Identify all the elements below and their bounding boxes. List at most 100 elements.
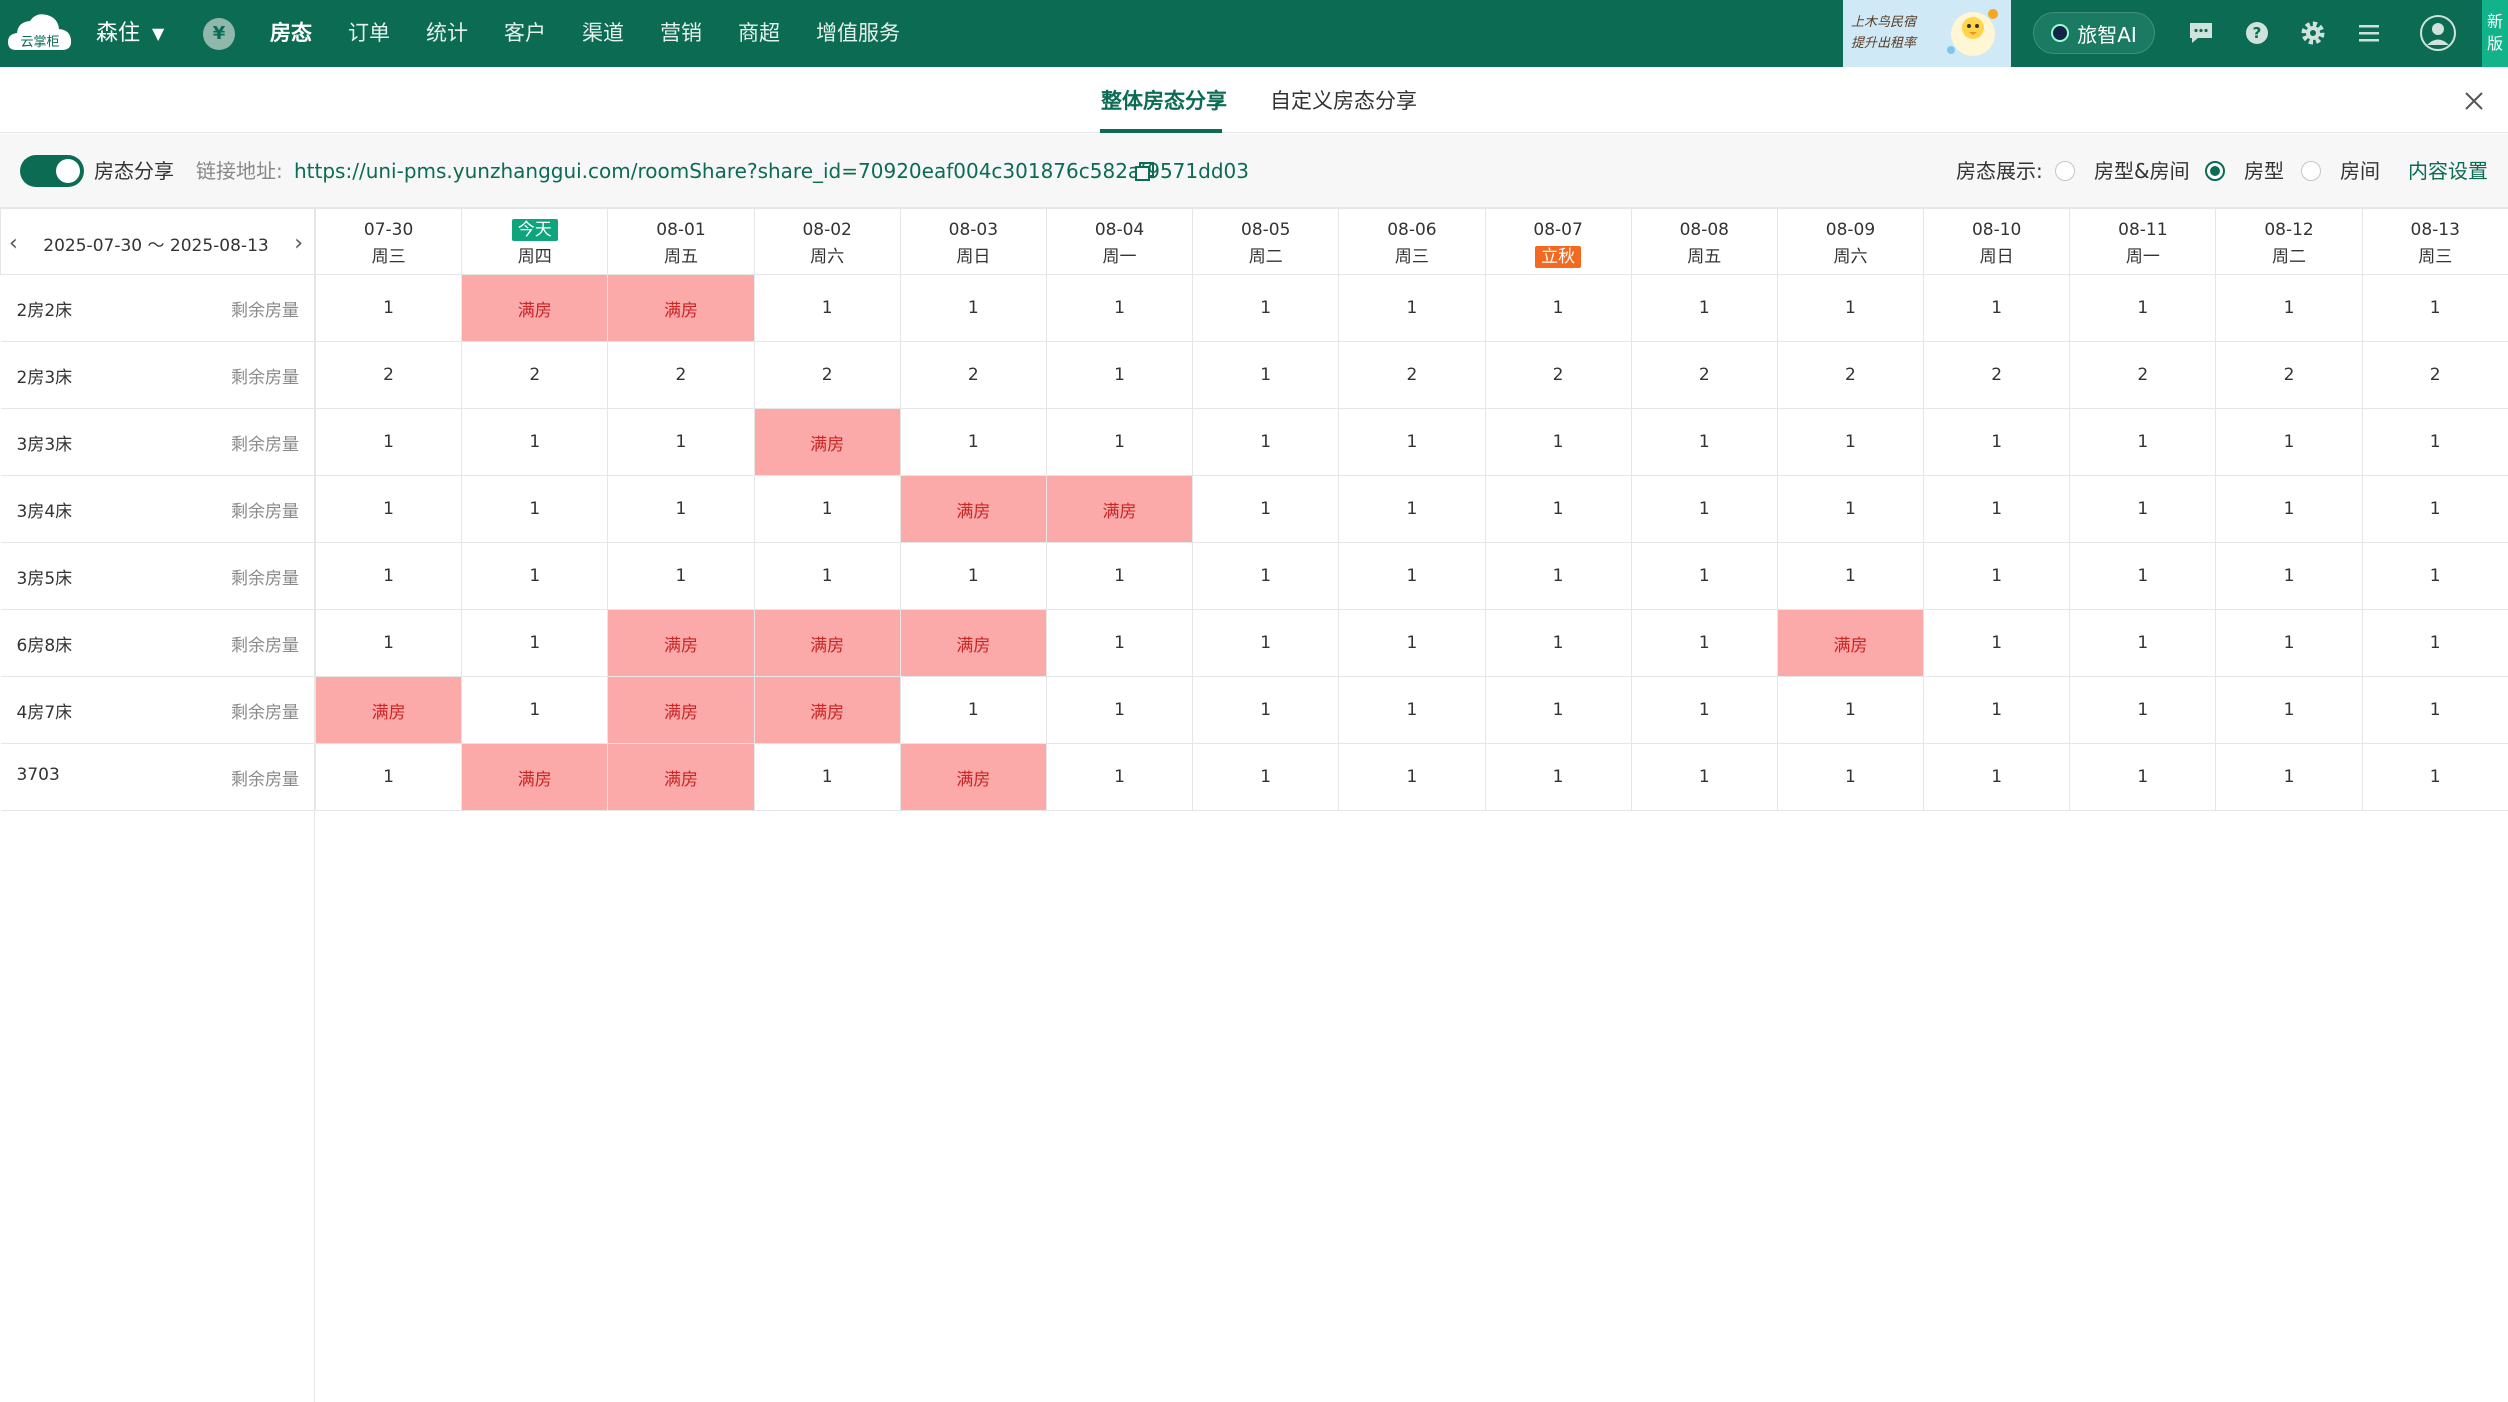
availability-cell[interactable]: 1 xyxy=(2069,743,2217,811)
availability-cell[interactable]: 1 xyxy=(2361,475,2508,543)
availability-cell[interactable]: 1 xyxy=(1192,542,1340,610)
tab-whole-share[interactable]: 整体房态分享 xyxy=(1101,67,1227,133)
nav-customers[interactable]: 客户 xyxy=(504,0,546,67)
hotel-name[interactable]: 森住 xyxy=(96,0,140,67)
radio-room-type-and-room[interactable] xyxy=(2055,161,2075,181)
availability-cell[interactable]: 1 xyxy=(607,542,755,610)
yunzhanggui-logo[interactable]: 云掌柜 xyxy=(6,10,74,56)
availability-cell[interactable]: 1 xyxy=(2361,609,2508,677)
chevron-right-icon[interactable]: › xyxy=(294,231,303,256)
tab-custom-share[interactable]: 自定义房态分享 xyxy=(1270,67,1417,133)
availability-cell[interactable]: 1 xyxy=(1045,609,1194,677)
availability-cell[interactable]: 1 xyxy=(1776,743,1925,811)
availability-cell[interactable]: 1 xyxy=(753,743,901,811)
availability-cell[interactable]: 1 xyxy=(2361,408,2508,476)
availability-cell[interactable]: 1 xyxy=(314,475,463,543)
availability-cell[interactable]: 2 xyxy=(1923,341,2071,409)
availability-cell[interactable]: 2 xyxy=(899,341,1047,409)
availability-cell[interactable]: 1 xyxy=(1045,274,1194,342)
availability-cell[interactable]: 1 xyxy=(1923,542,2071,610)
availability-cell[interactable]: 1 xyxy=(753,542,901,610)
availability-cell[interactable]: 1 xyxy=(1923,408,2071,476)
nav-room-status[interactable]: 房态 xyxy=(270,0,312,67)
promo-banner[interactable]: 上木鸟民宿 提升出租率 xyxy=(1843,0,2011,67)
share-link[interactable]: https://uni-pms.yunzhanggui.com/roomShar… xyxy=(294,134,1249,208)
ai-assistant-button[interactable]: 旅智AI xyxy=(2033,12,2155,54)
full-room-cell[interactable]: 满房 xyxy=(461,274,609,342)
availability-cell[interactable]: 1 xyxy=(461,408,609,476)
availability-cell[interactable]: 1 xyxy=(2069,609,2217,677)
availability-cell[interactable]: 1 xyxy=(1192,341,1340,409)
availability-cell[interactable]: 1 xyxy=(1045,341,1194,409)
full-room-cell[interactable]: 满房 xyxy=(1045,475,1194,543)
chevron-down-icon[interactable]: ▼ xyxy=(152,0,164,67)
availability-cell[interactable]: 2 xyxy=(753,341,901,409)
availability-cell[interactable]: 1 xyxy=(461,676,609,744)
full-room-cell[interactable]: 满房 xyxy=(899,743,1047,811)
full-room-cell[interactable]: 满房 xyxy=(607,676,755,744)
availability-cell[interactable]: 1 xyxy=(461,609,609,677)
full-room-cell[interactable]: 满房 xyxy=(1776,609,1925,677)
nav-statistics[interactable]: 统计 xyxy=(426,0,468,67)
option-room-type-and-room[interactable]: 房型&房间 xyxy=(2094,134,2190,208)
availability-cell[interactable]: 1 xyxy=(1776,475,1925,543)
availability-cell[interactable]: 1 xyxy=(1630,676,1778,744)
availability-cell[interactable]: 1 xyxy=(314,274,463,342)
availability-cell[interactable]: 1 xyxy=(1484,743,1632,811)
availability-cell[interactable]: 1 xyxy=(899,274,1047,342)
availability-cell[interactable]: 1 xyxy=(1338,475,1486,543)
availability-cell[interactable]: 1 xyxy=(2069,676,2217,744)
availability-cell[interactable]: 1 xyxy=(1630,475,1778,543)
availability-cell[interactable]: 1 xyxy=(2361,743,2508,811)
availability-cell[interactable]: 1 xyxy=(1630,408,1778,476)
availability-cell[interactable]: 1 xyxy=(2215,475,2363,543)
availability-cell[interactable]: 1 xyxy=(2215,743,2363,811)
availability-cell[interactable]: 1 xyxy=(314,542,463,610)
availability-cell[interactable]: 1 xyxy=(607,408,755,476)
message-icon[interactable] xyxy=(2186,18,2216,48)
availability-cell[interactable]: 1 xyxy=(2361,274,2508,342)
copy-icon[interactable] xyxy=(1134,161,1156,183)
availability-cell[interactable]: 1 xyxy=(1192,743,1340,811)
nav-orders[interactable]: 订单 xyxy=(348,0,390,67)
nav-channels[interactable]: 渠道 xyxy=(582,0,624,67)
chevron-left-icon[interactable]: ‹ xyxy=(9,231,18,256)
availability-cell[interactable]: 1 xyxy=(1923,676,2071,744)
full-room-cell[interactable]: 满房 xyxy=(461,743,609,811)
availability-cell[interactable]: 1 xyxy=(607,475,755,543)
availability-cell[interactable]: 2 xyxy=(1776,341,1925,409)
availability-cell[interactable]: 1 xyxy=(1045,542,1194,610)
availability-cell[interactable]: 1 xyxy=(1045,676,1194,744)
availability-cell[interactable]: 1 xyxy=(1484,475,1632,543)
availability-cell[interactable]: 1 xyxy=(899,542,1047,610)
availability-cell[interactable]: 1 xyxy=(2215,542,2363,610)
availability-cell[interactable]: 2 xyxy=(2215,341,2363,409)
availability-cell[interactable]: 2 xyxy=(2361,341,2508,409)
availability-cell[interactable]: 1 xyxy=(2069,274,2217,342)
availability-cell[interactable]: 1 xyxy=(1338,542,1486,610)
availability-cell[interactable]: 1 xyxy=(1045,408,1194,476)
availability-cell[interactable]: 1 xyxy=(1923,743,2071,811)
radio-room-type[interactable] xyxy=(2205,161,2225,181)
full-room-cell[interactable]: 满房 xyxy=(753,408,901,476)
availability-cell[interactable]: 2 xyxy=(461,341,609,409)
availability-cell[interactable]: 1 xyxy=(314,609,463,677)
availability-cell[interactable]: 1 xyxy=(1630,609,1778,677)
availability-cell[interactable]: 2 xyxy=(1338,341,1486,409)
availability-cell[interactable]: 1 xyxy=(1484,274,1632,342)
availability-cell[interactable]: 1 xyxy=(1776,274,1925,342)
availability-cell[interactable]: 1 xyxy=(1776,676,1925,744)
room-share-toggle[interactable] xyxy=(20,155,84,187)
full-room-cell[interactable]: 满房 xyxy=(753,609,901,677)
availability-cell[interactable]: 1 xyxy=(2215,609,2363,677)
availability-cell[interactable]: 1 xyxy=(1338,609,1486,677)
avatar-icon[interactable] xyxy=(2419,14,2457,52)
availability-cell[interactable]: 1 xyxy=(1338,743,1486,811)
availability-cell[interactable]: 1 xyxy=(2215,676,2363,744)
full-room-cell[interactable]: 满房 xyxy=(899,475,1047,543)
availability-cell[interactable]: 1 xyxy=(2215,408,2363,476)
availability-cell[interactable]: 1 xyxy=(1338,676,1486,744)
availability-cell[interactable]: 1 xyxy=(1484,609,1632,677)
availability-cell[interactable]: 1 xyxy=(1923,609,2071,677)
availability-cell[interactable]: 2 xyxy=(607,341,755,409)
